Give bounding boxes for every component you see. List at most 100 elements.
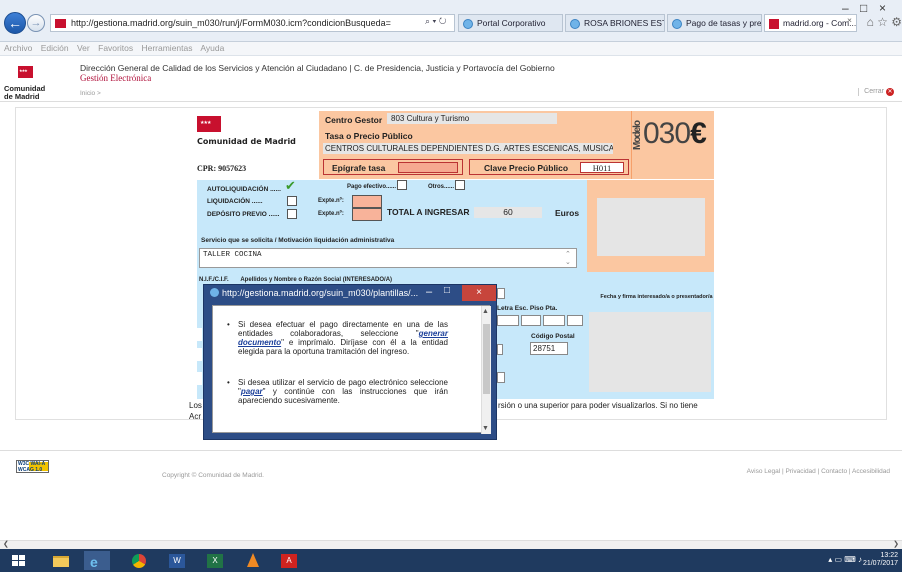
popup-minimize-button[interactable]: – — [426, 286, 432, 298]
menu-favoritos[interactable]: Favoritos — [98, 43, 133, 53]
apellidos-input[interactable] — [497, 288, 505, 299]
maximize-window-button[interactable]: □ — [860, 1, 867, 15]
horizontal-scrollbar[interactable]: ❮ ❯ — [0, 540, 902, 549]
search-refresh-icons[interactable]: ⌕ ▾ ↻ — [425, 16, 446, 27]
header-divider — [0, 101, 902, 102]
home-favorites-settings-icons[interactable]: ⌂ ☆ ⚙ — [867, 15, 902, 29]
scroll-right-icon[interactable]: ❯ — [893, 540, 899, 548]
pta-input[interactable] — [567, 315, 583, 326]
form-madrid-flag-icon — [197, 116, 221, 132]
popup-scrollbar[interactable]: ▲ ▼ — [481, 306, 491, 434]
footer-divider — [0, 450, 902, 451]
popup-close-button[interactable]: × — [462, 285, 496, 301]
scroll-down-icon[interactable]: ▼ — [482, 425, 489, 432]
wai-a-badge-icon[interactable]: W3C WAI-A WCAG 1.0 — [16, 460, 49, 473]
servicio-textarea[interactable]: TALLER COCINA — [199, 248, 577, 268]
header-logo-text: Comunidad de Madrid — [4, 84, 46, 101]
tab-madrid-org[interactable]: madrid.org - Com... × — [764, 14, 857, 32]
tab-portal-corporativo[interactable]: Portal Corporativo — [458, 14, 563, 32]
esc-input[interactable] — [521, 315, 541, 326]
browser-title-bar: ← → http://gestiona.madrid.org/suin_m030… — [0, 0, 902, 42]
word-icon[interactable]: W — [164, 551, 190, 570]
scroll-left-icon[interactable]: ❮ — [3, 540, 9, 548]
letra-label: Letra Esc. Piso Pta. — [497, 305, 558, 312]
popup-maximize-button[interactable]: □ — [444, 285, 450, 296]
letra-input[interactable] — [497, 315, 519, 326]
minimize-window-button[interactable]: – — [842, 1, 849, 15]
acrobat-icon[interactable]: A — [276, 551, 302, 570]
telefono-input[interactable] — [497, 372, 505, 383]
menu-archivo[interactable]: Archivo — [4, 43, 32, 53]
nif-apellidos-label: N.I.F./C.I.F. Apellidos y Nombre o Razón… — [199, 277, 393, 283]
forward-button[interactable]: → — [27, 14, 45, 32]
madrid-favicon-icon — [769, 19, 779, 29]
popup-body: Si desea efectuar el pago directamente e… — [212, 305, 491, 434]
popup-instruction-pagar: Si desea utilizar el servicio de pago el… — [227, 378, 448, 405]
centro-gestor-label: Centro Gestor — [325, 115, 383, 125]
epigrafe-label: Epígrafe tasa — [332, 163, 386, 173]
footer-links[interactable]: Aviso Legal | Privacidad | Contacto | Ac… — [747, 468, 890, 475]
cp-input[interactable]: 28751 — [530, 342, 568, 355]
clave-value: H011 — [580, 162, 624, 173]
acrobat-warning-left: Los — [189, 401, 202, 410]
internet-explorer-icon[interactable]: e — [84, 551, 110, 570]
expte2-input[interactable] — [352, 208, 382, 221]
scroll-up-icon[interactable]: ▲ — [482, 308, 489, 315]
tab-rosa-briones[interactable]: ROSA BRIONES ESTEB... — [565, 14, 665, 32]
piso-input[interactable] — [543, 315, 565, 326]
centro-gestor-panel: Centro Gestor 803 Cultura y Turismo Tasa… — [319, 111, 631, 179]
menu-ayuda[interactable]: Ayuda — [200, 43, 224, 53]
clock-date: 21/07/2017 — [862, 560, 898, 567]
back-button[interactable]: ← — [4, 12, 26, 34]
total-value: 60 — [474, 207, 542, 218]
popup-scroll-thumb[interactable] — [483, 324, 490, 394]
tab-pago-tasas[interactable]: Pago de tasas y preci... — [667, 14, 762, 32]
side-input-1[interactable] — [197, 328, 202, 341]
expte1-input[interactable] — [352, 195, 382, 208]
address-url: http://gestiona.madrid.org/suin_m030/run… — [71, 18, 391, 28]
provincia-input[interactable] — [497, 344, 503, 355]
breadcrumb[interactable]: Inicio > — [80, 90, 101, 97]
copyright-text: Copyright © Comunidad de Madrid. — [162, 472, 264, 479]
chrome-icon[interactable] — [126, 551, 152, 570]
file-explorer-icon[interactable] — [48, 551, 74, 570]
autoliquidacion-label: AUTOLIQUIDACIÓN ...... — [207, 186, 281, 193]
system-tray-icons[interactable]: ▴ ▭ ⌨ ♪ — [828, 555, 862, 564]
site-favicon-icon — [55, 19, 66, 28]
taskbar-clock[interactable]: 13:22 21/07/2017 — [863, 552, 898, 568]
checkmark-icon: ✔ — [285, 178, 296, 193]
liquidacion-checkbox[interactable] — [287, 196, 297, 206]
otros-checkbox[interactable] — [455, 180, 465, 190]
firma-label: Fecha y firma interesado/a o presentador… — [600, 294, 713, 300]
cp-label: Código Postal — [531, 333, 575, 340]
windows-start-icon[interactable] — [8, 551, 34, 570]
menu-edicion[interactable]: Edición — [41, 43, 69, 53]
cpr-number: CPR: 9057623 — [197, 164, 247, 173]
windows-taskbar: e W X A ▴ ▭ ⌨ ♪ 13:22 21/07/2017 — [0, 549, 902, 572]
payment-popup-window: http://gestiona.madrid.org/suin_m030/pla… — [203, 284, 497, 440]
close-session-link[interactable]: Cerrar ✕ — [858, 88, 894, 96]
ie-icon — [570, 19, 580, 29]
page-department-title: Dirección General de Calidad de los Serv… — [80, 63, 555, 73]
epigrafe-input[interactable] — [398, 162, 458, 173]
vlc-icon[interactable] — [240, 551, 266, 570]
servicio-label: Servicio que se solicita / Motivación li… — [201, 237, 395, 244]
pagar-link[interactable]: pagar — [241, 387, 263, 396]
ie-icon — [210, 288, 219, 297]
pago-efectivo-checkbox[interactable] — [397, 180, 407, 190]
side-input-3[interactable] — [197, 372, 202, 385]
menu-ver[interactable]: Ver — [77, 43, 90, 53]
address-bar[interactable]: http://gestiona.madrid.org/suin_m030/run… — [50, 14, 455, 32]
tab-close-icon[interactable]: × — [847, 15, 852, 25]
menu-herramientas[interactable]: Herramientas — [141, 43, 192, 53]
excel-icon[interactable]: X — [202, 551, 228, 570]
close-circle-icon: ✕ — [886, 88, 894, 96]
deposito-checkbox[interactable] — [287, 209, 297, 219]
ie-icon — [463, 19, 473, 29]
sello-panel — [587, 180, 714, 272]
side-input-2[interactable] — [197, 348, 202, 361]
firma-box — [589, 312, 711, 392]
deposito-label: DEPÓSITO PREVIO ...... — [207, 211, 280, 218]
close-window-button[interactable]: × — [879, 1, 886, 15]
tasa-value: CENTROS CULTURALES DEPENDIENTES D.G. ART… — [323, 143, 613, 154]
